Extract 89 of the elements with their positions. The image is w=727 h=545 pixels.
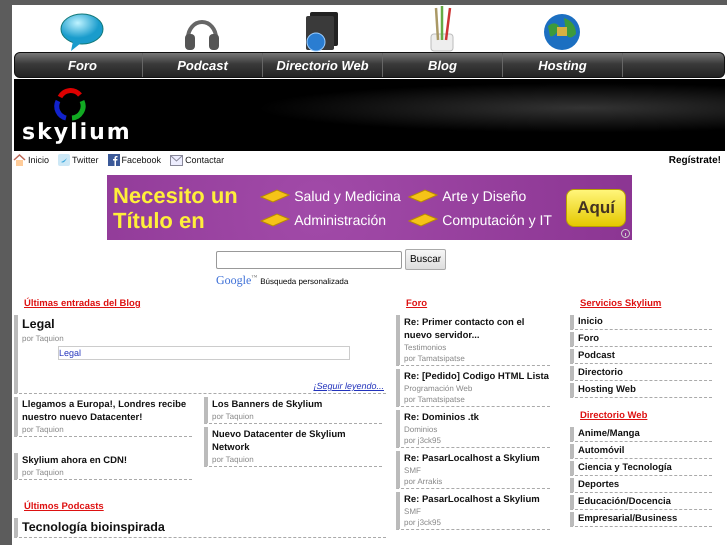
search-button[interactable]: Buscar: [405, 249, 446, 270]
read-more-link[interactable]: ¡Seguir leyendo...: [22, 380, 386, 392]
post-author: por Tamatsipatse: [404, 394, 466, 405]
section-heading[interactable]: Últimas entradas del Blog: [24, 298, 386, 310]
search-caption: Búsqueda personalizada: [260, 277, 348, 286]
top-link[interactable]: Inicio: [13, 154, 50, 166]
menu-item[interactable]: Directorio: [570, 366, 712, 381]
post-author: por Taquion: [22, 467, 65, 478]
menu-item[interactable]: Empresarial/Business: [570, 512, 712, 527]
top-link[interactable]: Facebook: [108, 154, 162, 166]
link-label[interactable]: Facebook: [122, 155, 162, 165]
post-author: por Taquion: [22, 424, 65, 435]
post-title[interactable]: Re: Dominios .tk: [404, 411, 550, 424]
post-title[interactable]: Re: Primer contacto con el nuevo servidor...: [404, 316, 550, 342]
house-icon: [13, 154, 26, 166]
post-title[interactable]: Los Banners de Skylium: [212, 398, 382, 411]
logo-text: skylium: [22, 121, 133, 145]
menu-item-label[interactable]: Hosting Web: [578, 384, 636, 395]
link-label[interactable]: Twitter: [72, 155, 99, 165]
post-author: por Tamatsipatse: [404, 353, 466, 364]
info-icon: [621, 229, 630, 238]
nav-tab[interactable]: Podcast: [143, 53, 263, 77]
podcast-title[interactable]: Tecnología bioinspirada: [22, 519, 386, 536]
register-link[interactable]: Regístrate!: [668, 154, 721, 166]
menu-item[interactable]: Anime/Manga: [570, 427, 712, 442]
menu-item[interactable]: Educación/Docencia: [570, 495, 712, 510]
menu-item-label[interactable]: Podcast: [578, 350, 615, 361]
menu-item[interactable]: Automóvil: [570, 444, 712, 459]
post-title[interactable]: Skylium ahora en CDN!: [22, 454, 192, 467]
envelope-icon: [170, 154, 184, 166]
section-heading[interactable]: Últimos Podcasts: [24, 501, 386, 513]
speech-bubble-icon: [59, 12, 105, 52]
menu-item[interactable]: Deportes: [570, 478, 712, 493]
globe-icon: [542, 12, 582, 52]
menu-item-label[interactable]: Automóvil: [578, 445, 624, 456]
menu-item-label[interactable]: Deportes: [578, 479, 620, 490]
menu-item-label[interactable]: Empresarial/Business: [578, 513, 678, 524]
post-author: por Arrakis: [404, 476, 444, 487]
ad-option: Administración: [294, 212, 386, 228]
top-link[interactable]: Contactar: [170, 154, 224, 166]
section-heading[interactable]: Servicios Skylium: [580, 298, 712, 310]
link-label[interactable]: Inicio: [28, 155, 50, 165]
menu-item-label[interactable]: Educación/Docencia: [578, 496, 671, 507]
post-title[interactable]: Llegamos a Europa!, Londres recibe nuestro nuevo Datacenter!: [22, 398, 192, 424]
ad-option: Arte y Diseño: [442, 188, 526, 204]
menu-item[interactable]: Podcast: [570, 349, 712, 364]
menu-item[interactable]: Foro: [570, 332, 712, 347]
ad-headline: Título en: [113, 208, 206, 232]
post-title[interactable]: Re: PasarLocalhost a Skylium: [404, 493, 550, 506]
menu-item-label[interactable]: Inicio: [578, 316, 603, 327]
ad-headline: Necesito un: [113, 182, 239, 208]
google-logo: Google$^{™}$: [216, 273, 258, 288]
section-heading[interactable]: Directorio Web: [580, 410, 712, 422]
nav-tab[interactable]: Hosting: [503, 53, 623, 77]
nav-tab[interactable]: Blog: [383, 53, 503, 77]
post-author: por Taquion: [212, 411, 255, 422]
post-author: por Taquion: [212, 454, 255, 465]
menu-item[interactable]: Hosting Web: [570, 383, 712, 398]
post-title[interactable]: Nuevo Datacenter de Skylium Network: [212, 428, 382, 454]
post-author: por j3ck95: [404, 517, 442, 528]
search-field[interactable]: [216, 250, 402, 268]
ad-option: Salud y Medicina: [294, 188, 401, 204]
post-category: Testimonios: [404, 342, 448, 353]
menu-item-label[interactable]: Directorio: [578, 367, 623, 378]
swirl-logo-icon: [52, 87, 86, 121]
post-title[interactable]: Re: PasarLocalhost a Skylium: [404, 452, 550, 465]
post-link[interactable]: Legal: [58, 346, 350, 360]
link-label[interactable]: Contactar: [185, 155, 224, 165]
post-category: Programación Web: [404, 383, 474, 394]
ad-button[interactable]: Aquí: [566, 188, 626, 226]
post-title[interactable]: Re: [Pedido] Codigo HTML Lista: [404, 370, 550, 383]
post-author: por Taquion: [22, 333, 65, 344]
post-category: SMF: [404, 506, 422, 517]
ad-option: Computación y IT: [442, 212, 552, 228]
facebook-icon: [108, 154, 120, 166]
menu-item-label[interactable]: Anime/Manga: [578, 428, 640, 439]
menu-item-label[interactable]: Foro: [578, 333, 600, 344]
nav-tab[interactable]: Foro: [23, 53, 143, 77]
section-heading[interactable]: Foro: [406, 298, 550, 310]
post-title[interactable]: Legal: [22, 316, 386, 333]
bird-icon: [58, 154, 70, 166]
post-category: Dominios: [404, 424, 438, 435]
menu-item-label[interactable]: Ciencia y Tecnología: [578, 462, 672, 473]
menu-item[interactable]: Inicio: [570, 315, 712, 330]
menu-item[interactable]: Ciencia y Tecnología: [570, 461, 712, 476]
nav-tab[interactable]: Directorio Web: [263, 53, 383, 77]
post-category: SMF: [404, 465, 422, 476]
top-link[interactable]: Twitter: [58, 154, 99, 166]
post-author: por j3ck95: [404, 435, 442, 446]
